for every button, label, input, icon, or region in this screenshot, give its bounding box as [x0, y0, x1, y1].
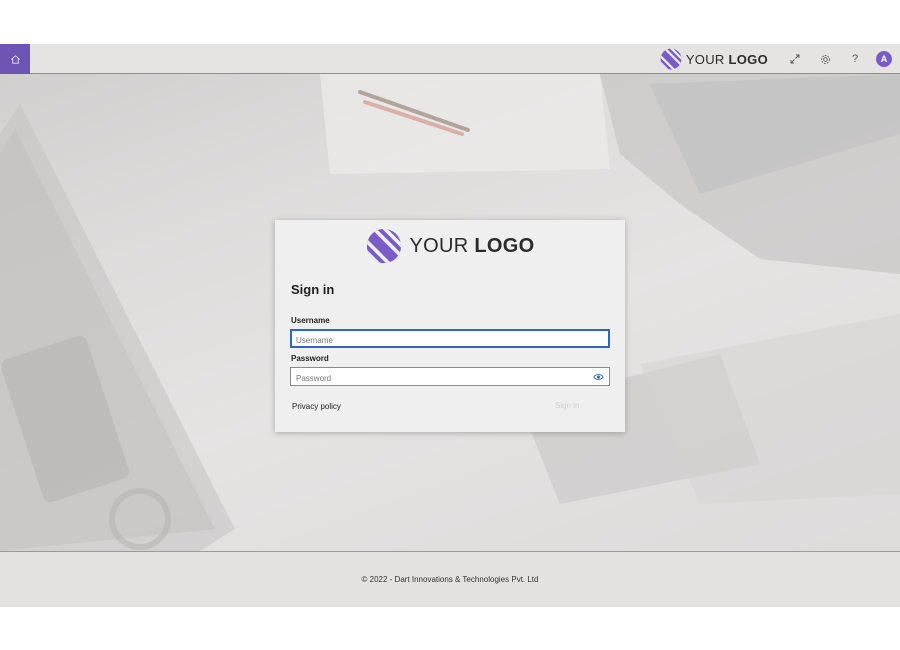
- privacy-policy-link[interactable]: Privacy policy: [292, 402, 341, 411]
- settings-icon: [820, 54, 830, 64]
- password-input[interactable]: [291, 370, 609, 387]
- card-logo-text: YOUR LOGO: [409, 234, 535, 257]
- sign-in-button[interactable]: Sign in: [555, 401, 579, 410]
- top-bar-actions: YOUR LOGO ? A: [660, 44, 892, 74]
- home-button[interactable]: [0, 44, 30, 74]
- password-field: [290, 367, 610, 387]
- app-window: YOUR LOGO ? A © 2022 - Dart Innovations …: [0, 44, 900, 607]
- top-bar: YOUR LOGO ? A: [0, 44, 900, 74]
- expand-icon: [790, 54, 800, 64]
- logo-mark-icon: [366, 228, 401, 264]
- help-icon: ?: [851, 53, 859, 65]
- show-password-icon[interactable]: [593, 372, 604, 382]
- home-icon: [10, 54, 20, 64]
- username-input[interactable]: [291, 332, 609, 349]
- header-logo-text: YOUR LOGO: [685, 51, 768, 67]
- login-card: YOUR LOGO Sign in Username Password Priv…: [275, 220, 625, 432]
- password-label: Password: [291, 354, 329, 363]
- settings-button[interactable]: [810, 44, 840, 74]
- avatar[interactable]: A: [876, 51, 892, 67]
- sign-in-title: Sign in: [291, 282, 335, 297]
- username-field: [290, 329, 610, 349]
- footer: © 2022 - Dart Innovations & Technologies…: [0, 551, 900, 607]
- help-button[interactable]: ?: [840, 44, 870, 74]
- username-label: Username: [291, 316, 330, 325]
- logo-mark-icon: [660, 48, 682, 70]
- footer-copyright: © 2022 - Dart Innovations & Technologies…: [361, 575, 539, 584]
- header-logo: YOUR LOGO: [660, 48, 768, 70]
- card-logo: YOUR LOGO: [275, 228, 625, 264]
- expand-button[interactable]: [780, 44, 810, 74]
